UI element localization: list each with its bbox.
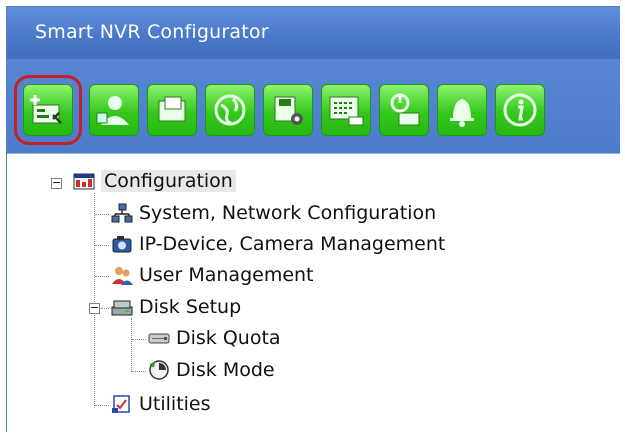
tree-connector — [131, 318, 132, 372]
tree-node-label: Utilities — [139, 393, 211, 415]
tree-node-label: Configuration — [101, 170, 236, 192]
tree-node-utilities[interactable]: Utilities — [111, 393, 211, 415]
utilities-icon — [112, 395, 130, 413]
keyboard-button[interactable] — [321, 84, 371, 136]
tree-connector — [132, 371, 146, 372]
disk-setup-collapse-toggle[interactable]: − — [89, 302, 100, 314]
tree-connector — [95, 405, 109, 406]
tree-node-label: System, Network Configuration — [139, 202, 437, 224]
window-title: Smart NVR Configurator — [35, 21, 269, 43]
disk-mode-icon — [149, 360, 169, 380]
configuration-icon — [73, 173, 95, 190]
user-button[interactable] — [89, 84, 139, 136]
alarm-button[interactable] — [437, 84, 487, 136]
app-window: Smart NVR Configurator − Configuration S… — [6, 6, 620, 434]
add-configuration-icon — [30, 95, 62, 124]
info-icon — [503, 93, 537, 127]
tree-node-label: Disk Mode — [176, 359, 275, 381]
configuration-tree-panel: − Configuration System, Network Configur… — [7, 153, 620, 434]
tree-node-disk-setup[interactable]: Disk Setup — [111, 296, 241, 318]
tree-connector — [95, 214, 109, 215]
tree-node-label: Disk Setup — [139, 296, 242, 318]
tree-node-system-network[interactable]: System, Network Configuration — [111, 202, 436, 224]
tree-node-label: User Management — [139, 264, 314, 286]
folder-button[interactable] — [147, 84, 197, 136]
globe-icon — [214, 94, 246, 126]
network-icon — [111, 203, 133, 223]
tree-node-configuration[interactable]: Configuration — [73, 170, 236, 192]
power-disk-button[interactable] — [379, 84, 429, 136]
tree-node-label: IP-Device, Camera Management — [139, 233, 446, 255]
disk-settings-icon — [274, 96, 303, 125]
disk-quota-icon — [148, 333, 170, 344]
tree-node-disk-quota[interactable]: Disk Quota — [148, 327, 281, 349]
bell-icon — [450, 99, 474, 127]
toolbar — [7, 59, 620, 153]
camera-icon — [112, 236, 132, 253]
user-icon — [96, 96, 129, 125]
tree-node-label: Disk Quota — [176, 327, 281, 349]
disk-settings-button[interactable] — [263, 84, 313, 136]
tree-connector — [101, 308, 109, 309]
keyboard-icon — [329, 96, 364, 126]
folder-icon — [158, 96, 186, 122]
tree-connector — [95, 276, 109, 277]
tree-node-user-management[interactable]: User Management — [111, 264, 314, 286]
power-disk-icon — [390, 93, 420, 126]
network-globe-button[interactable] — [205, 84, 255, 136]
info-button[interactable] — [495, 84, 545, 136]
title-bar[interactable]: Smart NVR Configurator — [7, 7, 620, 59]
tree-node-ip-device-camera[interactable]: IP-Device, Camera Management — [111, 233, 445, 255]
disk-setup-icon — [111, 300, 133, 316]
configuration-collapse-toggle[interactable]: − — [51, 177, 62, 189]
tree-connector — [132, 339, 146, 340]
tree-node-disk-mode[interactable]: Disk Mode — [148, 359, 275, 381]
add-configuration-button[interactable] — [14, 75, 82, 145]
tree-connector — [95, 245, 109, 246]
users-icon — [112, 267, 133, 285]
